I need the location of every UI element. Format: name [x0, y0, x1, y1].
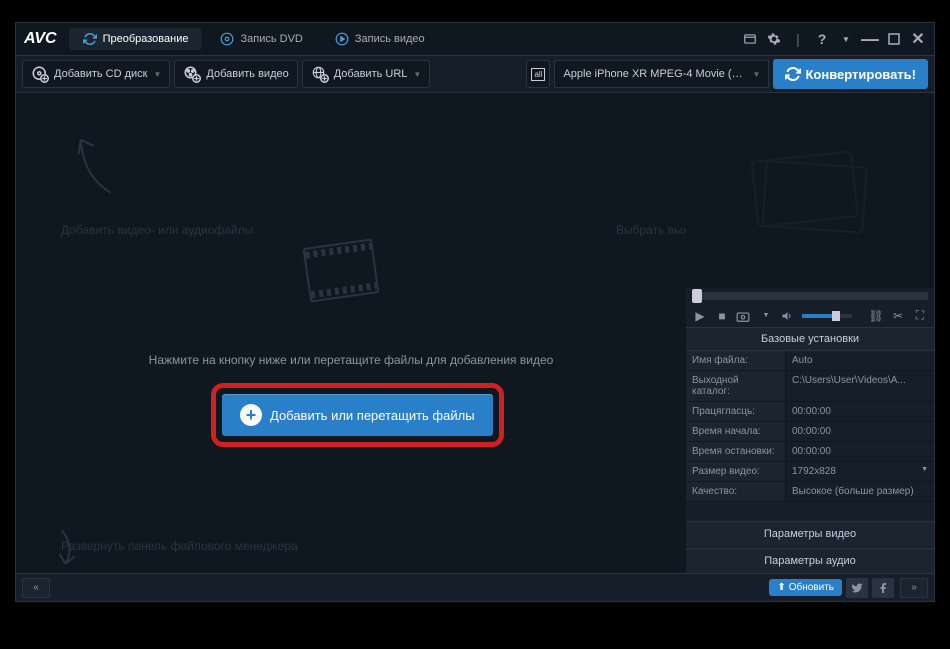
- camera-icon[interactable]: [736, 310, 752, 322]
- bottom-bar: « ⬆ Обновить »: [16, 573, 934, 601]
- setting-row: Размер видео:1792x828▼: [686, 462, 934, 482]
- help-icon[interactable]: ?: [814, 31, 830, 47]
- tab-label: Запись видео: [355, 33, 425, 45]
- audio-params-button[interactable]: Параметры аудио: [686, 548, 934, 573]
- button-label: Добавить видео: [206, 68, 288, 80]
- convert-button[interactable]: Конвертировать!: [773, 59, 928, 89]
- right-panel: ▶ ■ ▼ ⛓ ✂ ⛶ Базовые установки Имя ф: [686, 93, 934, 573]
- button-label: Обновить: [789, 582, 834, 593]
- seek-thumb[interactable]: [692, 289, 702, 303]
- stop-icon[interactable]: ■: [714, 309, 730, 323]
- chevron-down-icon[interactable]: ▼: [838, 31, 854, 47]
- setting-value[interactable]: 00:00:00: [786, 442, 934, 461]
- refresh-icon: [785, 66, 801, 82]
- link-icon[interactable]: ⛓: [868, 309, 884, 323]
- setting-row: Время начала:00:00:00: [686, 422, 934, 442]
- play-icon[interactable]: ▶: [692, 309, 708, 323]
- hint-arrow-icon: [56, 127, 127, 210]
- tab-label: Запись DVD: [240, 33, 302, 45]
- all-icon: all: [531, 68, 545, 81]
- tab-label: Преобразование: [103, 33, 189, 45]
- hint-add-files: Добавить видео- или аудиофайлы: [61, 223, 253, 237]
- expand-panel-button[interactable]: «: [22, 578, 50, 598]
- setting-value[interactable]: Auto: [786, 351, 934, 370]
- preview-area: [686, 93, 934, 288]
- add-cd-button[interactable]: Добавить CD диск ▼: [22, 60, 170, 88]
- setting-row: Выходной каталог:C:\Users\User\Videos\A.…: [686, 371, 934, 402]
- instruction-text: Нажмите на кнопку ниже или перетащите фа…: [16, 353, 686, 367]
- window-controls: | ? ▼ — ✕: [742, 31, 926, 47]
- button-label: Добавить URL: [334, 68, 408, 80]
- hint-expand-fm: Развернуть панель файлового менеджера: [61, 539, 298, 553]
- gear-icon[interactable]: [766, 31, 782, 47]
- add-url-button[interactable]: Добавить URL ▼: [302, 60, 431, 88]
- chevron-down-icon: ▼: [154, 70, 162, 79]
- tab-convert[interactable]: Преобразование: [69, 28, 203, 50]
- chevron-down-icon: ▼: [753, 70, 761, 79]
- setting-row: Качество:Высокое (больше размер): [686, 482, 934, 502]
- minimize-icon[interactable]: —: [862, 31, 878, 47]
- film-icon: [750, 146, 870, 236]
- profile-label: Apple iPhone XR MPEG-4 Movie (*.m...: [563, 68, 746, 80]
- maximize-icon[interactable]: [886, 31, 902, 47]
- add-files-button[interactable]: + Добавить или перетащить файлы: [222, 394, 493, 436]
- setting-row: Працягласць:00:00:00: [686, 402, 934, 422]
- seek-slider[interactable]: [692, 292, 928, 300]
- titlebar: AVC Преобразование Запись DVD Запись вид…: [16, 23, 934, 55]
- play-circle-icon: [335, 32, 349, 46]
- button-label: Добавить или перетащить файлы: [270, 408, 475, 423]
- player-controls: ▶ ■ ▼ ⛓ ✂ ⛶: [686, 304, 934, 327]
- add-button-highlight: + Добавить или перетащить файлы: [211, 383, 504, 447]
- output-profile-select[interactable]: Apple iPhone XR MPEG-4 Movie (*.m... ▼: [554, 60, 769, 88]
- twitter-icon[interactable]: [846, 578, 868, 598]
- film-plus-icon: [183, 65, 201, 83]
- disc-icon: [220, 32, 234, 46]
- globe-plus-icon: [311, 65, 329, 83]
- drop-zone[interactable]: Добавить видео- или аудиофайлы Выбрать в…: [16, 93, 686, 573]
- settings-table: Имя файла:Auto Выходной каталог:C:\Users…: [686, 351, 934, 502]
- toolbar: Добавить CD диск ▼ Добавить видео Добави…: [16, 55, 934, 93]
- setting-value[interactable]: 00:00:00: [786, 402, 934, 421]
- cut-icon[interactable]: ✂: [890, 309, 906, 323]
- update-button[interactable]: ⬆ Обновить: [769, 579, 842, 596]
- settings-header: Базовые установки: [686, 327, 934, 351]
- expand-right-button[interactable]: »: [900, 578, 928, 598]
- add-video-button[interactable]: Добавить видео: [174, 60, 297, 88]
- main-area: Добавить видео- или аудиофайлы Выбрать в…: [16, 93, 934, 573]
- tab-record[interactable]: Запись видео: [321, 28, 439, 50]
- setting-value[interactable]: 1792x828▼: [786, 462, 934, 481]
- volume-slider[interactable]: [802, 314, 852, 318]
- upload-icon: ⬆: [777, 582, 785, 593]
- disc-plus-icon: [31, 65, 49, 83]
- button-label: Конвертировать!: [805, 67, 916, 82]
- video-params-button[interactable]: Параметры видео: [686, 521, 934, 546]
- setting-value[interactable]: C:\Users\User\Videos\A...: [786, 371, 934, 401]
- setting-row: Время остановки:00:00:00: [686, 442, 934, 462]
- setting-value[interactable]: Высокое (больше размер): [786, 482, 934, 501]
- app-window: AVC Преобразование Запись DVD Запись вид…: [15, 22, 935, 602]
- film-icon: [306, 243, 386, 313]
- setting-row: Имя файла:Auto: [686, 351, 934, 371]
- profile-all-button[interactable]: all: [526, 60, 550, 88]
- facebook-icon[interactable]: [872, 578, 894, 598]
- chevron-down-icon[interactable]: ▼: [758, 312, 774, 319]
- menu-icon[interactable]: [742, 31, 758, 47]
- chevron-down-icon: ▼: [413, 70, 421, 79]
- app-logo: AVC: [24, 30, 57, 48]
- tab-dvd[interactable]: Запись DVD: [206, 28, 316, 50]
- setting-value[interactable]: 00:00:00: [786, 422, 934, 441]
- button-label: Добавить CD диск: [54, 68, 148, 80]
- plus-circle-icon: +: [240, 404, 262, 426]
- close-icon[interactable]: ✕: [910, 31, 926, 47]
- volume-icon[interactable]: [780, 310, 796, 322]
- refresh-icon: [83, 32, 97, 46]
- expand-icon[interactable]: ⛶: [912, 308, 928, 323]
